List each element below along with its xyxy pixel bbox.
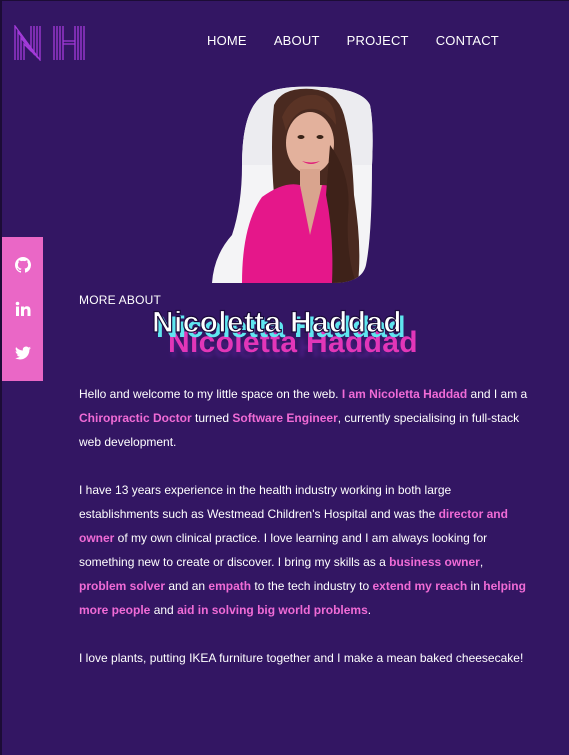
linkedin-icon[interactable] <box>15 301 31 317</box>
about-paragraph-intro: Hello and welcome to my little space on … <box>79 382 529 454</box>
title-text: Nicoletta Haddad <box>151 305 402 339</box>
nav-home[interactable]: HOME <box>207 33 247 48</box>
page-title: Nicoletta Haddad Nicoletta Haddad Nicole… <box>151 305 482 376</box>
body-text: . <box>367 603 372 617</box>
highlight-text: extend my reach <box>372 579 468 593</box>
body-text: , <box>479 555 484 569</box>
about-paragraph-hobbies: I love plants, putting IKEA furniture to… <box>79 646 529 670</box>
body-text: and I am a <box>467 387 528 401</box>
about-content: Hello and welcome to my little space on … <box>79 382 529 694</box>
profile-photo <box>212 86 373 283</box>
body-text: to the tech industry to <box>251 579 373 593</box>
body-text: and an <box>165 579 209 593</box>
nh-logo[interactable] <box>14 25 88 61</box>
body-text: Hello and welcome to my little space on … <box>79 387 342 401</box>
highlight-text: Software Engineer <box>232 411 338 425</box>
social-sidebar <box>2 237 43 381</box>
highlight-text: business owner <box>389 555 480 569</box>
nav-project[interactable]: PROJECT <box>347 33 409 48</box>
highlight-text: aid in solving big world problems <box>177 603 368 617</box>
body-text: I love plants, putting IKEA furniture to… <box>79 651 524 665</box>
about-paragraph-experience: I have 13 years experience in the health… <box>79 478 529 622</box>
body-text: in <box>467 579 484 593</box>
highlight-text: I am Nicoletta Haddad <box>341 387 468 401</box>
nav-contact[interactable]: CONTACT <box>436 33 499 48</box>
body-text: and <box>150 603 178 617</box>
twitter-icon[interactable] <box>14 345 31 361</box>
highlight-text: Chiropractic Doctor <box>79 411 192 425</box>
main-nav: HOME ABOUT PROJECT CONTACT <box>207 33 526 48</box>
body-text: I have 13 years experience in the health… <box>79 483 452 521</box>
nav-about[interactable]: ABOUT <box>274 33 320 48</box>
highlight-text: empath <box>208 579 252 593</box>
github-icon[interactable] <box>14 257 31 273</box>
highlight-text: problem solver <box>79 579 166 593</box>
body-text: turned <box>191 411 233 425</box>
section-subtitle: MORE ABOUT <box>79 293 162 307</box>
